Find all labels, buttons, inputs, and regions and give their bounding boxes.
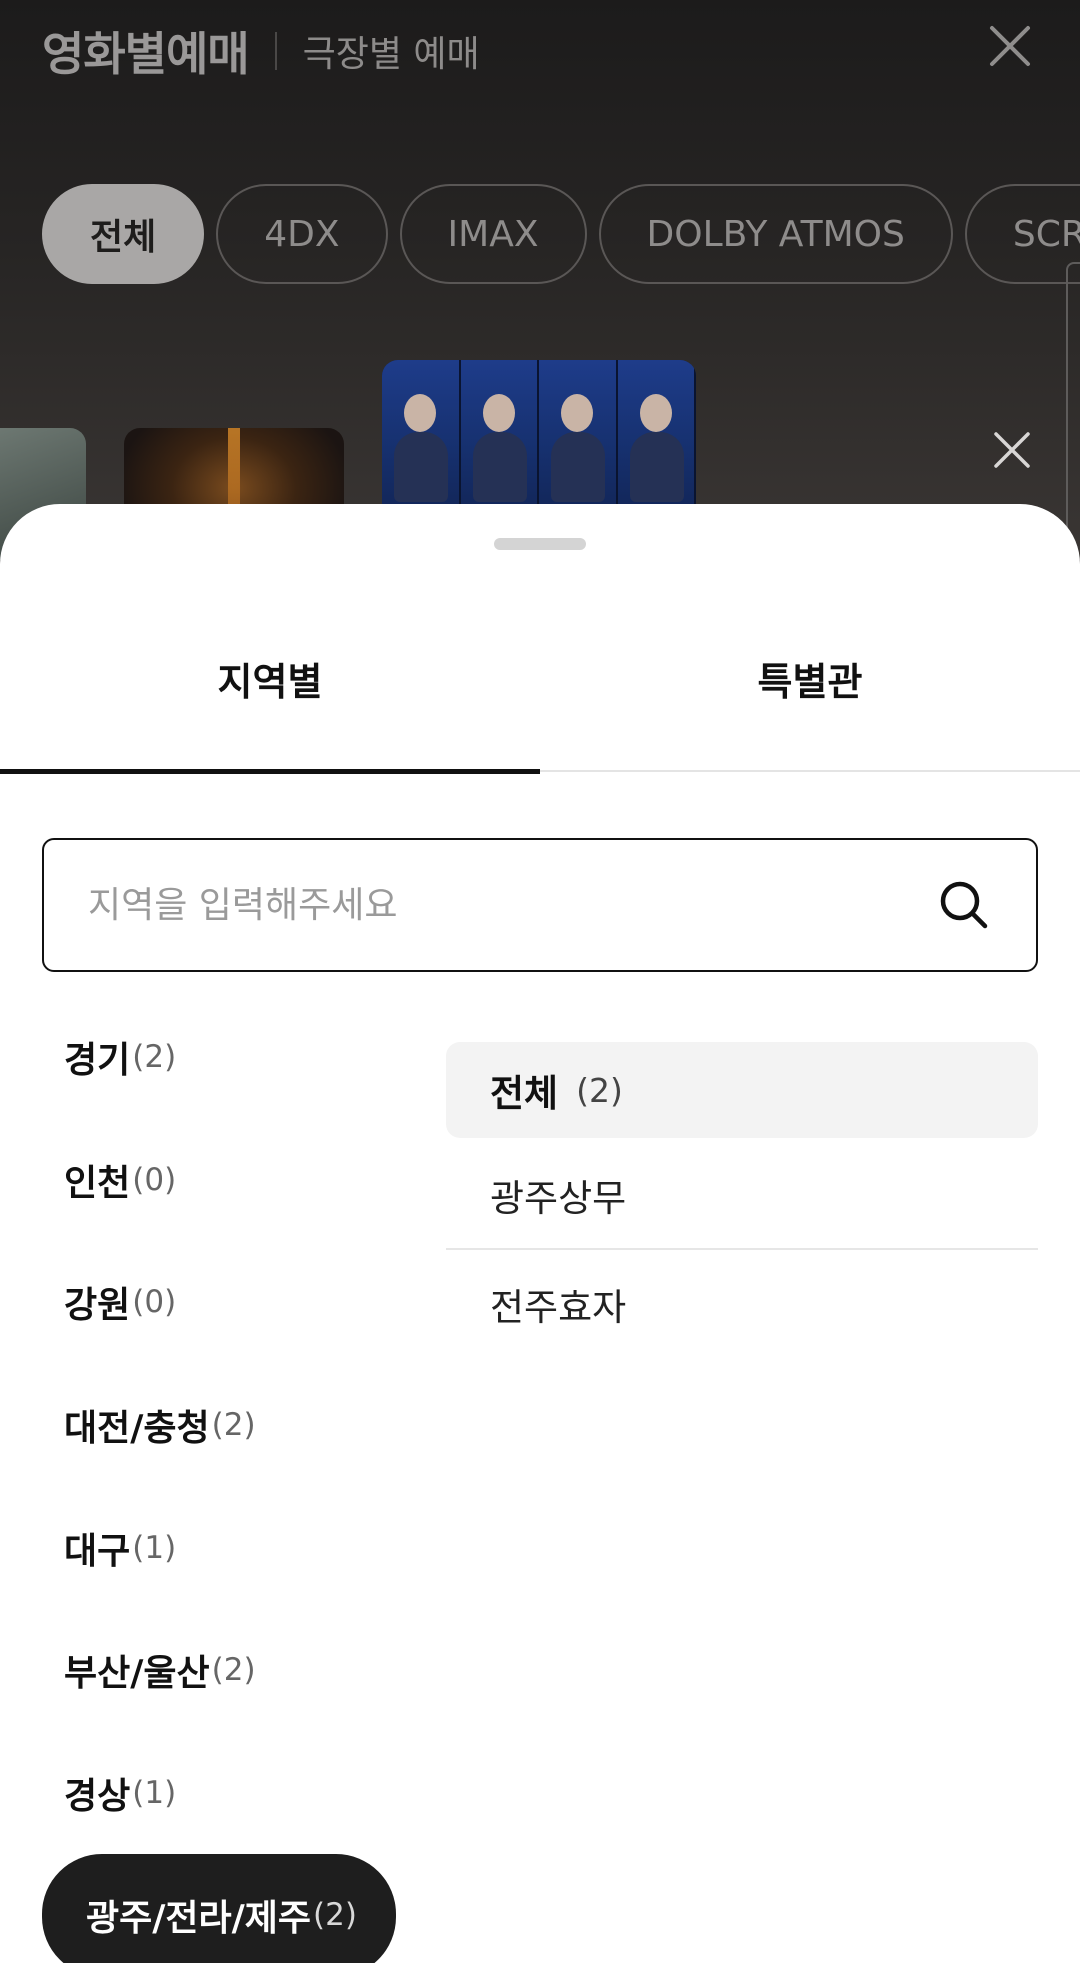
- region-count: (0): [132, 1284, 177, 1321]
- tab-special-hall[interactable]: 특별관: [540, 624, 1080, 772]
- region-select-sheet: 지역별 특별관 경기(2) 인천(0) 강원(0) 대전/충청(2) 대구(1)…: [0, 504, 1080, 1963]
- format-filter-chips: 전체 4DX IMAX DOLBY ATMOS SCREENX: [42, 184, 1080, 284]
- region-name: 경기: [64, 1040, 131, 1082]
- header-divider: [274, 32, 277, 70]
- theater-item-gwangju-sangmu[interactable]: 광주상무: [446, 1142, 1038, 1250]
- chip-imax[interactable]: IMAX: [399, 184, 587, 284]
- region-name: 대전/충청: [64, 1408, 210, 1450]
- region-name: 광주/전라/제주: [86, 1898, 312, 1940]
- page-title[interactable]: 영화별예매: [42, 18, 250, 84]
- region-item-daejeon-chungcheong[interactable]: 대전/충청 (2): [42, 1364, 422, 1487]
- theater-count: (2): [576, 1070, 623, 1110]
- region-item-gyeongsang[interactable]: 경상 (1): [42, 1732, 422, 1855]
- theater-booking-tab[interactable]: 극장별 예매: [303, 25, 480, 77]
- theater-name: 전주효자: [490, 1286, 627, 1329]
- region-count: (2): [211, 1407, 256, 1444]
- scrollbar[interactable]: [1066, 262, 1080, 560]
- region-count: (2): [313, 1897, 357, 1934]
- search-icon[interactable]: [936, 877, 992, 933]
- chip-screenx[interactable]: SCREENX: [964, 184, 1080, 284]
- chip-dolby-atmos[interactable]: DOLBY ATMOS: [598, 184, 953, 284]
- region-search-input[interactable]: [88, 884, 936, 926]
- chip-all[interactable]: 전체: [42, 184, 205, 284]
- region-count: (0): [132, 1161, 177, 1198]
- theater-name: 광주상무: [490, 1177, 627, 1220]
- region-count: (2): [132, 1039, 177, 1076]
- region-name: 대구: [64, 1530, 131, 1572]
- region-item-gangwon[interactable]: 강원 (0): [42, 1241, 422, 1364]
- region-item-daegu[interactable]: 대구 (1): [42, 1486, 422, 1609]
- region-item-busan-ulsan[interactable]: 부산/울산 (2): [42, 1609, 422, 1732]
- region-item-incheon[interactable]: 인천 (0): [42, 1119, 422, 1242]
- close-icon[interactable]: [986, 22, 1034, 70]
- theater-name: 전체: [490, 1072, 559, 1115]
- tab-by-region[interactable]: 지역별: [0, 624, 540, 774]
- region-item-gwangju-jeolla-jeju[interactable]: 광주/전라/제주 (2): [42, 1854, 396, 1963]
- region-count: (1): [132, 1774, 177, 1811]
- region-item-gyeonggi[interactable]: 경기 (2): [42, 996, 422, 1119]
- background-page: 영화별예매 극장별 예매 전체 4DX IMAX DOLBY ATMOS SCR…: [0, 0, 1080, 560]
- close-icon[interactable]: [990, 428, 1034, 472]
- theater-list: 전체 (2) 광주상무 전주효자: [446, 1042, 1038, 1358]
- sheet-drag-handle[interactable]: [494, 538, 586, 550]
- region-search-box: [42, 838, 1038, 972]
- region-count: (1): [132, 1529, 177, 1566]
- region-list: 경기 (2) 인천 (0) 강원 (0) 대전/충청 (2) 대구 (1) 부산/울산 (2…: [42, 996, 422, 1963]
- region-name: 경상: [64, 1775, 131, 1817]
- region-name: 부산/울산: [64, 1653, 210, 1695]
- theater-item-jeonju-hyoja[interactable]: 전주효자: [446, 1250, 1038, 1358]
- sheet-tabs: 지역별 특별관: [0, 624, 1080, 774]
- region-count: (2): [211, 1652, 256, 1689]
- theater-item-all[interactable]: 전체 (2): [446, 1042, 1038, 1138]
- chip-4dx[interactable]: 4DX: [216, 184, 388, 284]
- region-name: 인천: [64, 1162, 131, 1204]
- page-header: 영화별예매 극장별 예매: [42, 18, 480, 84]
- region-name: 강원: [64, 1285, 131, 1327]
